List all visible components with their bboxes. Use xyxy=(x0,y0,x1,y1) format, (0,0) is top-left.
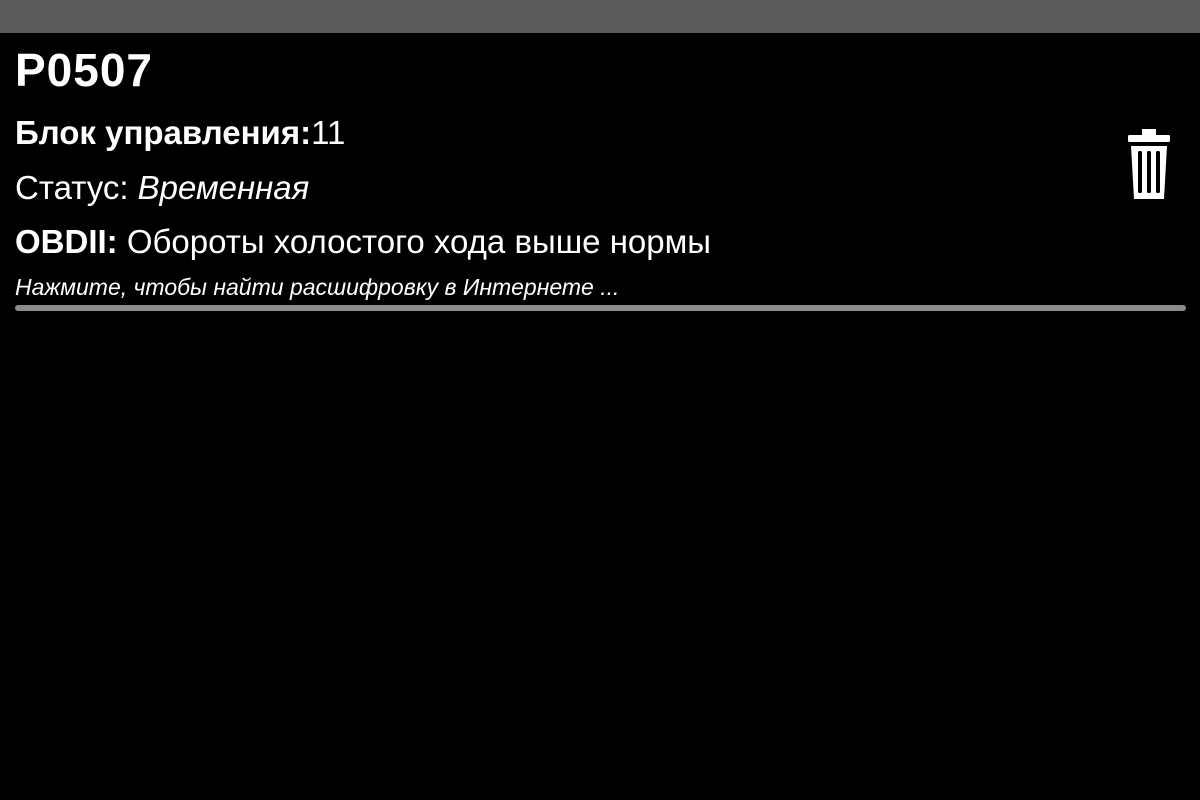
search-online-hint[interactable]: Нажмите, чтобы найти расшифровку в Интер… xyxy=(15,273,619,301)
item-divider xyxy=(15,305,1186,311)
dtc-code: P0507 xyxy=(15,44,154,96)
control-unit-value: 11 xyxy=(311,114,346,151)
obd-description-line: OBDII: Обороты холостого хода выше нормы xyxy=(15,222,711,262)
dtc-list-item[interactable]: P0507 Блок управления:11 Статус: Временн… xyxy=(0,33,1200,315)
top-bar xyxy=(0,0,1200,33)
obd-description: Обороты холостого хода выше нормы xyxy=(117,223,712,260)
status-label: Статус: xyxy=(15,169,138,206)
control-unit-label: Блок управления: xyxy=(15,114,312,151)
screen: P0507 Блок управления:11 Статус: Временн… xyxy=(0,0,1200,800)
trash-icon xyxy=(1128,129,1170,199)
delete-button[interactable] xyxy=(1118,127,1180,201)
control-unit-line: Блок управления:11 xyxy=(15,113,345,153)
status-line: Статус: Временная xyxy=(15,168,309,208)
status-value: Временная xyxy=(137,169,310,206)
obd-label: OBDII: xyxy=(15,223,118,260)
